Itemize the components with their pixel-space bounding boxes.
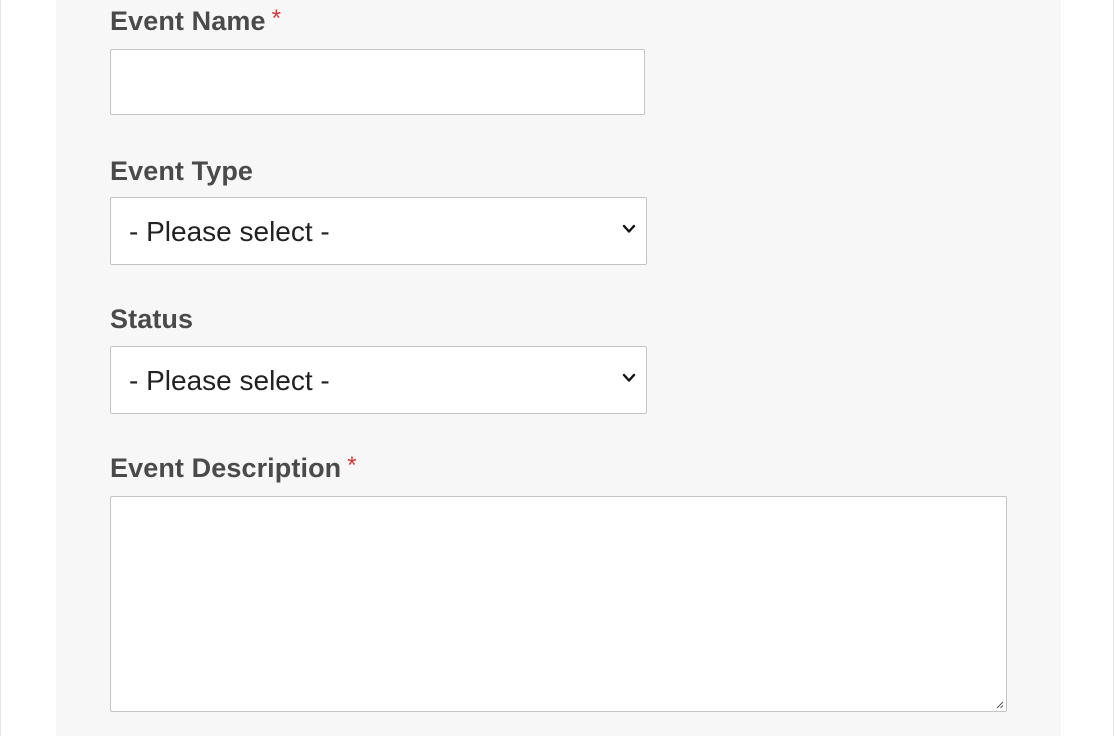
chevron-down-icon: [622, 224, 636, 233]
event-type-select[interactable]: - Please select -: [110, 197, 647, 265]
left-border: [0, 0, 1, 736]
status-selected-value: - Please select -: [129, 365, 330, 396]
resize-handle-icon[interactable]: [994, 699, 1004, 709]
event-name-input[interactable]: [110, 49, 645, 115]
event-type-selected-value: - Please select -: [129, 216, 330, 247]
event-type-label-text: Event Type: [110, 156, 254, 186]
event-name-label: Event Name *: [110, 4, 281, 40]
event-name-label-text: Event Name: [110, 6, 266, 36]
required-marker: *: [347, 452, 357, 479]
event-form: Event Name * Event Type - Please select -…: [56, 0, 1061, 736]
event-description-textarea[interactable]: [110, 496, 1007, 712]
event-type-label: Event Type: [110, 154, 253, 188]
event-description-label-text: Event Description: [110, 453, 342, 483]
status-label-text: Status: [110, 304, 194, 334]
page: Event Name * Event Type - Please select -…: [0, 0, 1116, 736]
event-description-label: Event Description *: [110, 451, 357, 487]
right-border: [1113, 0, 1114, 736]
chevron-down-icon: [622, 373, 636, 382]
required-marker: *: [271, 5, 282, 32]
status-label: Status: [110, 302, 193, 336]
status-select[interactable]: - Please select -: [110, 346, 647, 414]
